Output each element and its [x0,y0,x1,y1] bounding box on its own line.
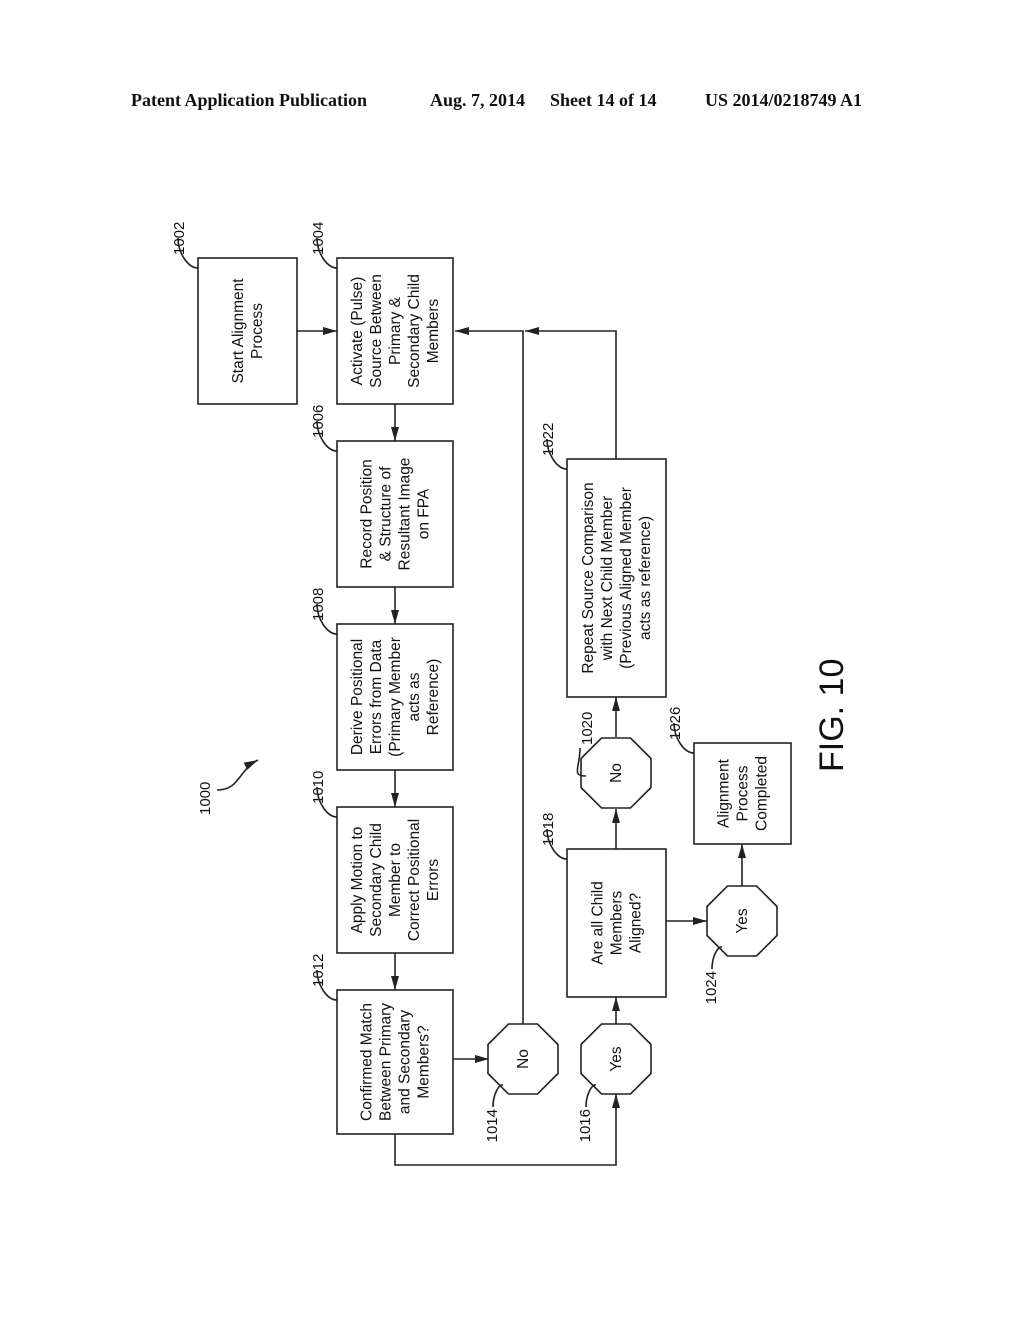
step-text-line: Secondary Child [368,823,385,937]
step-text-line: and Secondary [397,1010,414,1115]
decision-1014: No [487,1023,559,1095]
step-text-line: Process [735,765,752,821]
step-text-line: Errors from Data [368,639,385,754]
step-text-line: Primary & [387,296,404,365]
step-text-line: on FPA [416,488,433,539]
ref-numeral: 1020 [579,712,596,745]
step-text-line: Members [425,298,442,363]
step-text: Are all Child Members Aligned? [590,881,645,965]
step-text-line: Secondary Child [406,274,423,388]
step-text-line: with Next Child Member [599,496,616,662]
step-text-line: Resultant Image [397,458,414,571]
step-text-line: (Previous Aligned Member [618,487,635,669]
step-text-line: Repeat Source Comparison [580,482,597,673]
decision-label: No [608,763,625,783]
step-text-line: Activate (Pulse) [349,277,366,386]
loop-1022-to-1004 [525,327,617,459]
step-text-line: Members [609,890,626,955]
step-text-line: (Primary Member [387,637,404,757]
step-1008: Derive Positional Errors from Data (Primar… [336,623,454,771]
step-1002: Start Alignment Process [197,257,298,405]
step-text-line: Completed [754,756,771,831]
step-text-line: Start Alignment [230,278,247,384]
step-text-line: Source Between [368,274,385,388]
step-1012: Confirmed Match Between Primary and Second… [336,989,454,1135]
ref-leader [492,1084,504,1108]
step-text-line: Alignment [716,758,733,828]
figure-ref-arrow [216,759,259,791]
loop-1014-to-1004 [455,327,524,1024]
decision-label: Yes [734,908,751,934]
decision-label: Yes [608,1046,625,1072]
ref-leader [585,1084,597,1108]
step-text-line: Derive Positional [349,639,366,755]
step-text-line: Between Primary [378,1003,395,1121]
step-text-line: & Structure of [378,466,395,561]
flowchart: Start Alignment Process Activate (Pulse) So… [171,222,851,1166]
ref-numeral: 1014 [484,1109,501,1142]
step-1006: Record Position & Structure of Resultant I… [336,440,454,588]
step-text-line: Apply Motion to [349,827,366,934]
step-text-line: Member to [387,843,404,917]
ref-leader [711,946,723,970]
step-box [336,440,454,588]
step-text-line: Aligned? [628,892,645,953]
step-1018: Are all Child Members Aligned? [566,848,667,998]
step-text-line: Errors [425,859,442,901]
step-1022: Repeat Source Comparison with Next Child … [566,458,667,698]
step-box [197,257,298,405]
figure-ref-number: 1000 [197,782,214,815]
step-1004: Activate (Pulse) Source Between Primary & S… [336,257,454,405]
step-text-line: Process [249,303,266,359]
ref-numeral: 1024 [703,971,720,1004]
decision-1016: Yes [580,1023,652,1095]
step-text-line: Members? [416,1025,433,1099]
ref-numeral: 1016 [577,1109,594,1142]
step-text-line: acts as reference) [637,516,654,640]
step-text-line: acts as [406,672,423,721]
decision-1020: No [580,737,652,809]
step-text-line: Reference) [425,659,442,736]
step-text-line: Record Position [359,459,376,568]
step-1026: Alignment Process Completed [693,742,792,845]
decision-label: No [515,1049,532,1069]
step-box [336,989,454,1135]
step-text-line: Are all Child [590,881,607,965]
step-text-line: Correct Positional [406,819,423,941]
figure-label: FIG. 10 [813,659,851,772]
step-text: Alignment Process Completed [716,756,771,831]
step-text-line: Confirmed Match [359,1003,376,1121]
step-1010: Apply Motion to Secondary Child Member to C… [336,806,454,954]
decision-1024: Yes [706,885,778,957]
